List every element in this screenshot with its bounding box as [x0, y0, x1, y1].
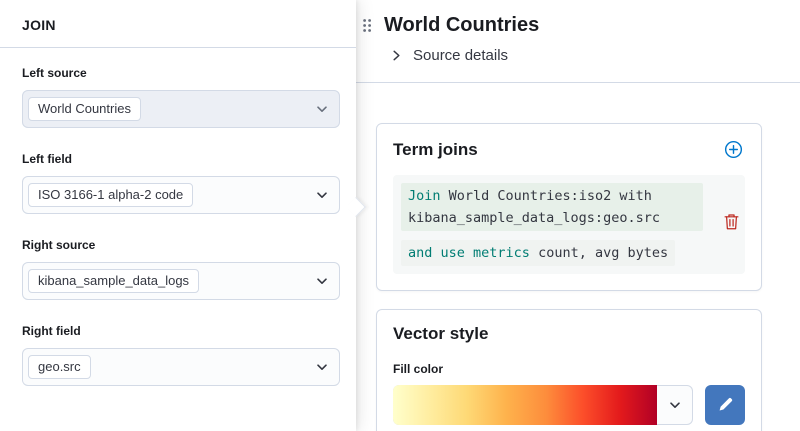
right-field-combobox[interactable]: geo.src [22, 348, 340, 386]
left-field-selected-pill: ISO 3166-1 alpha-2 code [28, 183, 193, 207]
term-joins-header: Term joins [393, 138, 745, 161]
chevron-down-icon [314, 359, 330, 375]
form-group-left-field: Left field ISO 3166-1 alpha-2 code [22, 152, 340, 214]
chevron-down-icon [314, 273, 330, 289]
fill-color-row [393, 385, 745, 425]
form-group-left-source: Left source World Countries [22, 66, 340, 128]
trash-icon [724, 213, 739, 230]
source-details-toggle[interactable]: Source details [390, 47, 780, 64]
grab-handle-icon[interactable] [361, 15, 373, 36]
fill-color-select[interactable] [393, 385, 693, 425]
pencil-icon [717, 397, 733, 413]
right-source-combobox[interactable]: kibana_sample_data_logs [22, 262, 340, 300]
join-expression[interactable]: Join World Countries:iso2 with kibana_sa… [401, 183, 703, 231]
left-source-selected-pill: World Countries [28, 97, 141, 121]
right-field-selected-pill: geo.src [28, 355, 91, 379]
right-source-label: Right source [22, 238, 340, 252]
vector-style-card: Vector style Fill color [376, 309, 762, 431]
layer-title: World Countries [384, 12, 539, 38]
join-form: Left source World Countries Left field I… [0, 48, 356, 386]
plus-in-circle-icon [724, 140, 743, 159]
right-source-selected-pill: kibana_sample_data_logs [28, 269, 199, 293]
add-join-button[interactable] [722, 138, 745, 161]
left-source-combobox[interactable]: World Countries [22, 90, 340, 128]
join-flyout-title: JOIN [0, 0, 356, 47]
layer-title-row: World Countries [361, 12, 780, 38]
source-details-label: Source details [413, 47, 508, 64]
form-group-right-field: Right field geo.src [22, 324, 340, 386]
join-keyword: Join [408, 188, 441, 204]
left-source-label: Left source [22, 66, 340, 80]
join-expression-area: Join World Countries:iso2 with kibana_sa… [393, 175, 745, 274]
metrics-keyword: and use metrics [408, 245, 530, 261]
fill-color-label: Fill color [393, 362, 745, 376]
chevron-down-icon [314, 101, 330, 117]
right-field-label: Right field [22, 324, 340, 338]
chevron-down-icon [314, 187, 330, 203]
layer-panel-content: Term joins Join World Countries:iso2 wit… [356, 83, 800, 431]
chevron-right-icon [390, 49, 403, 62]
form-group-right-source: Right source kibana_sample_data_logs [22, 238, 340, 300]
color-ramp-swatch [393, 385, 657, 425]
metrics-value: count, avg bytes [538, 245, 668, 261]
chevron-down-icon [657, 397, 693, 413]
term-joins-card: Term joins Join World Countries:iso2 wit… [376, 123, 762, 291]
delete-join-button[interactable] [722, 211, 741, 232]
join-flyout: JOIN Left source World Countries Left fi… [0, 0, 356, 431]
join-value: World Countries:iso2 with kibana_sample_… [408, 188, 660, 226]
edit-fill-color-button[interactable] [705, 385, 745, 425]
term-joins-heading: Term joins [393, 140, 478, 160]
metrics-expression[interactable]: and use metrics count, avg bytes [401, 240, 675, 266]
layer-header: World Countries Source details [356, 0, 800, 64]
left-field-label: Left field [22, 152, 340, 166]
maps-layer-settings-screen: World Countries Source details Term join… [0, 0, 800, 431]
left-field-combobox[interactable]: ISO 3166-1 alpha-2 code [22, 176, 340, 214]
layer-settings-panel: World Countries Source details Term join… [356, 0, 800, 431]
vector-style-heading: Vector style [393, 324, 745, 344]
